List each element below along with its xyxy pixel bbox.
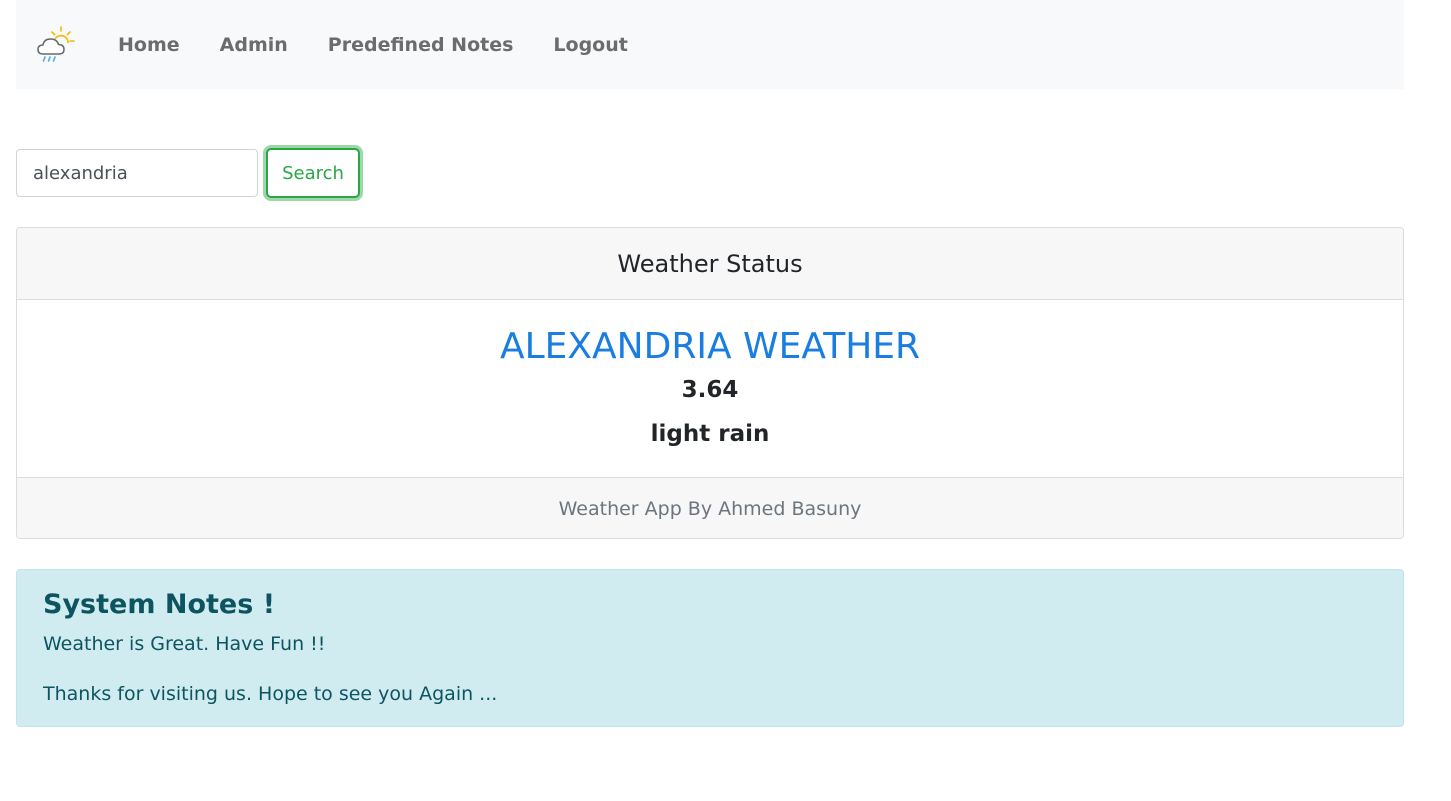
weather-card-footer: Weather App By Ahmed Basuny xyxy=(17,477,1403,538)
city-weather-title: ALEXANDRIA WEATHER xyxy=(499,326,921,367)
weather-card: Weather Status ALEXANDRIA WEATHER 3.64 l… xyxy=(16,227,1404,539)
nav-link-logout[interactable]: Logout xyxy=(553,34,627,56)
navbar: Home Admin Predefined Notes Logout xyxy=(16,0,1404,89)
nav-link-admin[interactable]: Admin xyxy=(220,34,288,56)
search-input[interactable] xyxy=(16,149,258,197)
weather-card-header: Weather Status xyxy=(17,228,1403,300)
nav-link-predefined-notes[interactable]: Predefined Notes xyxy=(328,34,514,56)
weather-card-body: ALEXANDRIA WEATHER 3.64 light rain xyxy=(17,300,1403,477)
search-button[interactable]: Search xyxy=(266,148,360,198)
system-note-line: Thanks for visiting us. Hope to see you … xyxy=(43,683,498,705)
temperature-value: 3.64 xyxy=(681,377,739,403)
nav-link-home[interactable]: Home xyxy=(118,34,180,56)
system-notes-heading: System Notes ! xyxy=(43,589,276,620)
system-notes-alert: System Notes ! Weather is Great. Have Fu… xyxy=(16,569,1404,727)
weather-description: light rain xyxy=(650,421,770,447)
page: Home Admin Predefined Notes Logout Searc… xyxy=(0,0,1451,801)
cloud-sun-rain-icon xyxy=(37,25,75,62)
brand-logo[interactable] xyxy=(34,24,76,66)
system-note-line: Weather is Great. Have Fun !! xyxy=(43,633,326,655)
